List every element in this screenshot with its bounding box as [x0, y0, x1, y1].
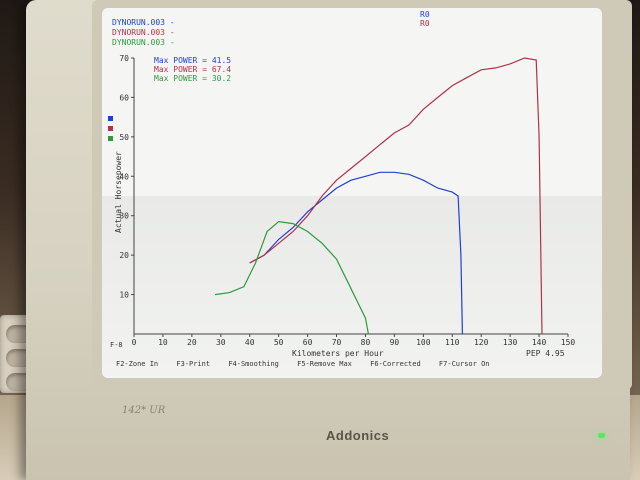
monitor-screen: DYNORUN.003 - DYNORUN.003 - DYNORUN.003 … [102, 8, 602, 378]
power-led [598, 433, 605, 438]
function-key[interactable]: F4-Smoothing [228, 360, 279, 368]
function-key[interactable]: F6-Corrected [370, 360, 421, 368]
series-line-3 [214, 220, 369, 335]
y-tick-label: 60 [119, 93, 129, 102]
x-tick-label: 40 [245, 338, 255, 347]
x-axis-label: Kilometers per Hour [292, 349, 384, 358]
monitor-brand-logo: Addonics [326, 428, 390, 443]
x-tick-label: 60 [303, 338, 313, 347]
y-tick-label: 40 [119, 172, 129, 181]
series-line-1 [249, 171, 463, 335]
y-tick-label: 30 [119, 212, 129, 221]
x-tick-label: 110 [445, 338, 460, 347]
x-tick-label: 50 [274, 338, 284, 347]
x-tick-label: 10 [158, 338, 168, 347]
zone-label: F-8 [110, 341, 123, 349]
dyno-chart: 0 10 20 30 40 50 60 70 80 90 100 110 120 130 140 150 10 2… [119, 54, 576, 347]
function-key[interactable]: F3-Print [176, 360, 210, 368]
x-tick-label: 70 [332, 338, 342, 347]
x-tick-label: 120 [474, 338, 489, 347]
function-key[interactable]: F2-Zone In [116, 360, 158, 368]
x-tick-label: 100 [416, 338, 431, 347]
series-line-2 [249, 57, 543, 335]
y-tick-label: 50 [119, 133, 129, 142]
x-tick-label: 90 [390, 338, 400, 347]
x-tick-label: 130 [503, 338, 518, 347]
y-tick-label: 70 [119, 54, 129, 63]
x-tick-label: 150 [561, 338, 576, 347]
y-tick-label: 10 [119, 291, 129, 300]
x-tick-label: 0 [132, 338, 137, 347]
y-tick-label: 20 [119, 251, 129, 260]
monitor-model-label: 142* UR [122, 405, 166, 416]
x-tick-label: 30 [216, 338, 226, 347]
function-key[interactable]: F7-Cursor On [439, 360, 490, 368]
x-tick-label: 80 [361, 338, 371, 347]
x-tick-label: 140 [532, 338, 547, 347]
function-key-bar: F2-Zone In F3-Print F4-Smoothing F5-Remo… [116, 360, 504, 369]
pep-readout: PEP 4.95 [526, 349, 565, 358]
function-key[interactable]: F5-Remove Max [297, 360, 352, 368]
x-tick-label: 20 [187, 338, 197, 347]
